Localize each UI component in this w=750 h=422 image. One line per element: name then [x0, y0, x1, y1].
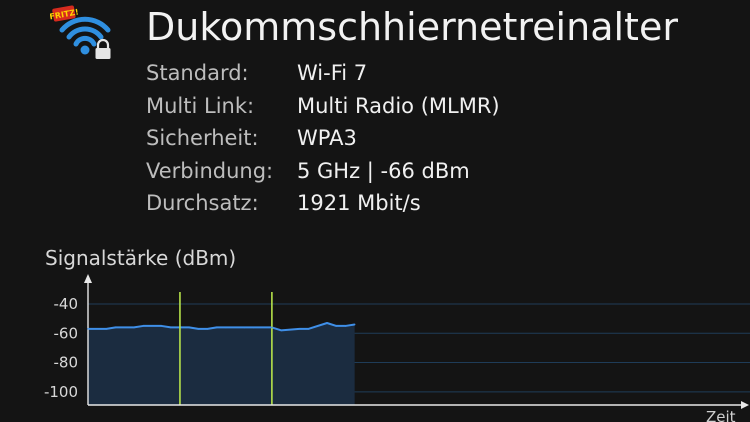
multi-link-label: Multi Link:	[146, 93, 255, 118]
signal-area-fill	[88, 323, 355, 405]
signal-data-point	[252, 326, 255, 329]
chart-title: Signalstärke (dBm)	[45, 246, 237, 270]
signal-data-point	[105, 328, 108, 330]
throughput-label: Durchsatz:	[146, 191, 259, 215]
y-tick-labels: -40 -60 -80 -100	[44, 295, 78, 401]
signal-data-point	[87, 328, 89, 330]
signal-data-point	[197, 328, 200, 330]
signal-data-point	[307, 328, 310, 330]
signal-data-point	[280, 329, 282, 332]
signal-data-point	[344, 325, 347, 327]
signal-data-point	[206, 328, 209, 330]
signal-data-point	[335, 325, 338, 327]
lock-icon	[95, 38, 111, 59]
y-axis-arrow	[84, 274, 92, 283]
signal-data-point	[215, 326, 218, 329]
signal-data-point	[353, 323, 356, 326]
signal-data-point	[225, 326, 227, 329]
wifi-arc-middle	[66, 26, 104, 40]
multi-link-value: Multi Radio (MLMR)	[297, 93, 500, 118]
signal-data-point	[133, 326, 135, 329]
y-tick-label: -60	[54, 324, 79, 342]
signal-data-point	[298, 328, 301, 330]
security-label: Sicherheit:	[146, 126, 259, 150]
y-tick-label: -100	[44, 383, 78, 401]
wifi-dot	[80, 45, 90, 55]
standard-label: Standard:	[146, 61, 249, 85]
signal-data-point	[243, 326, 246, 329]
signal-data-point	[271, 326, 273, 329]
x-axis-label: Zeit	[706, 408, 736, 422]
y-tick-label: -80	[54, 354, 79, 372]
signal-strength-chart: Zeit -40 -60 -80 -100	[44, 274, 750, 422]
wifi-locked-icon: FRITZ!	[50, 5, 111, 59]
connection-label: Verbindung:	[146, 158, 274, 183]
signal-data-point	[188, 326, 190, 329]
standard-value: Wi-Fi 7	[297, 61, 368, 85]
signal-data-point	[142, 325, 144, 327]
x-axis-arrow	[741, 401, 749, 409]
signal-data-point	[326, 322, 328, 324]
security-value: WPA3	[297, 126, 357, 150]
wifi-arc-inner	[73, 35, 97, 47]
signal-data-point	[160, 325, 163, 327]
y-tick-label: -40	[54, 295, 79, 313]
signal-data-point	[169, 326, 172, 329]
connection-value: 5 GHz | -66 dBm	[297, 158, 470, 183]
signal-data-point	[114, 326, 117, 329]
network-name: Dukommschhiernetreinalter	[146, 5, 678, 49]
throughput-value: 1921 Mbit/s	[297, 191, 421, 215]
